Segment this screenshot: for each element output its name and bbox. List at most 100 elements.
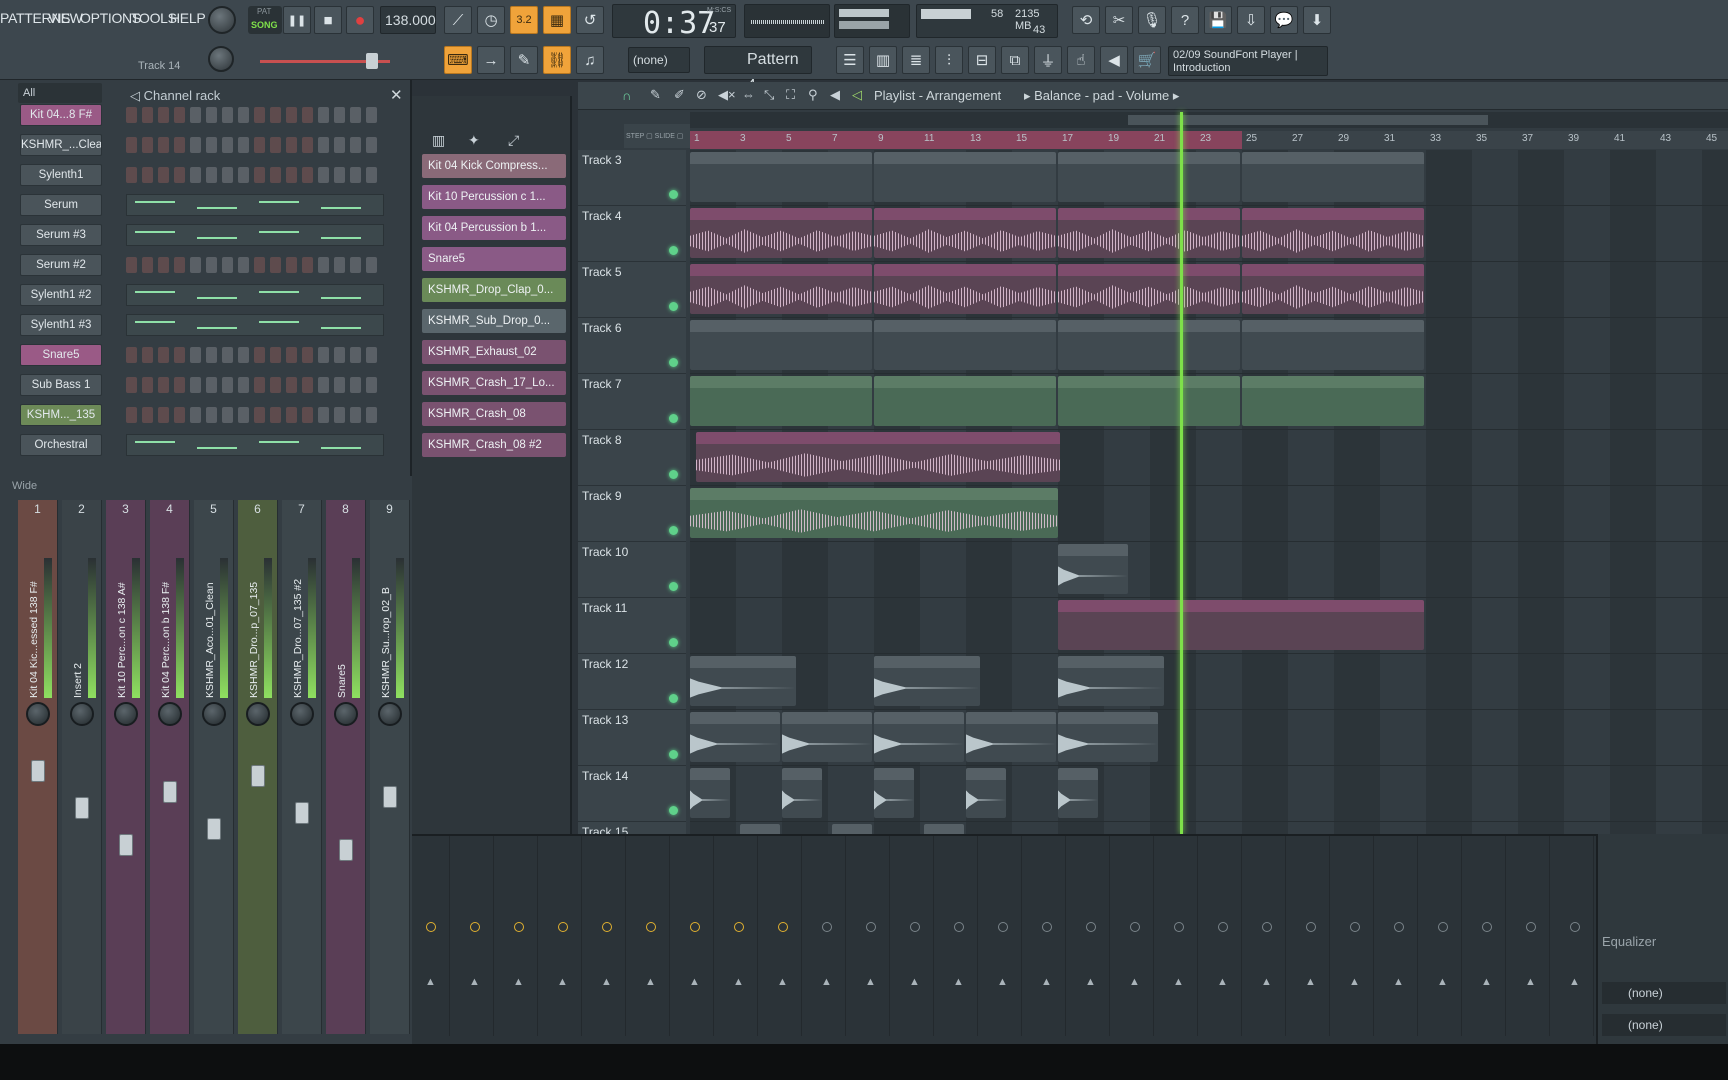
insert-slot[interactable]: ▲ <box>1512 836 1550 1036</box>
playlist-clip[interactable]: KSHMR_Exhaust_02 <box>690 656 796 706</box>
piano-roll-icon[interactable]: ▥ <box>869 46 897 74</box>
mute-icon[interactable]: ◀× <box>718 87 736 103</box>
track-lane[interactable]: Pattern 4 Pattern 4 Pattern 4 Pattern 5 <box>690 374 1728 430</box>
track-mute-led[interactable] <box>669 246 678 255</box>
chat-icon[interactable]: 💬 <box>1270 6 1298 34</box>
cut-icon[interactable]: ✂ <box>1105 6 1133 34</box>
step-button[interactable] <box>286 377 297 393</box>
pan-knob[interactable] <box>290 702 314 726</box>
slip-icon[interactable]: ⇔ <box>742 87 755 102</box>
track-header[interactable]: Track 10 <box>578 542 686 598</box>
step-button[interactable] <box>158 347 169 363</box>
step-button[interactable] <box>126 137 137 153</box>
step-button[interactable] <box>270 107 281 123</box>
playlist-clip[interactable]: Pattern 5 <box>1242 376 1424 426</box>
step-button[interactable] <box>190 137 201 153</box>
step-button[interactable] <box>142 167 153 183</box>
playlist-clip[interactable]: KSHMR_C...17_Long <box>1058 712 1158 762</box>
mixer-channel-strip[interactable]: 1 Kit 04 Kic...essed 138 F# <box>18 500 58 1034</box>
volume-fader[interactable] <box>207 818 221 840</box>
mixer-channel-strip[interactable]: 8 Snare5 <box>326 500 366 1034</box>
playlist-clip[interactable] <box>690 488 1058 538</box>
pan-knob[interactable] <box>202 702 226 726</box>
playlist-clip[interactable]: Kit 04 Percussion b 138 F# <box>1058 264 1240 314</box>
track-header[interactable]: Track 3 <box>578 150 686 206</box>
step-button[interactable] <box>334 347 345 363</box>
step-button[interactable] <box>302 347 313 363</box>
step-button[interactable] <box>238 347 249 363</box>
track-header[interactable]: Track 12 <box>578 654 686 710</box>
channel-filter-dropdown[interactable]: All <box>18 83 102 103</box>
step-button[interactable] <box>270 137 281 153</box>
pencil-icon[interactable]: ✎ <box>650 87 661 103</box>
step-button[interactable] <box>286 167 297 183</box>
mini-piano-roll[interactable] <box>126 314 384 336</box>
browser-tab-icon[interactable]: ▥ <box>432 132 445 149</box>
step-button[interactable] <box>126 107 137 123</box>
channel-name-button[interactable]: Serum #3 <box>20 224 102 246</box>
channel-name-button[interactable]: Kit 04...8 F# <box>20 104 102 126</box>
step-button[interactable] <box>206 107 217 123</box>
step-button[interactable] <box>142 137 153 153</box>
step-button[interactable] <box>222 407 233 423</box>
playlist-clip[interactable]: Kit 10 Percussion c 138 A# <box>690 208 872 258</box>
step-button[interactable] <box>142 107 153 123</box>
track-header[interactable]: Track 6 <box>578 318 686 374</box>
channel-rack-icon[interactable]: ≣ <box>902 46 930 74</box>
step-button[interactable] <box>334 377 345 393</box>
channel-name-button[interactable]: Sub Bass 1 <box>20 374 102 396</box>
horizontal-scrollbar[interactable] <box>690 112 1728 128</box>
step-button[interactable] <box>318 257 329 273</box>
playlist-clip[interactable] <box>1242 152 1424 202</box>
mini-piano-roll[interactable] <box>126 194 384 216</box>
step-button[interactable] <box>366 107 377 123</box>
step-button[interactable] <box>302 137 313 153</box>
step-button[interactable] <box>174 347 185 363</box>
browser-tab-link-icon[interactable]: ⤢ <box>508 132 519 149</box>
track-lane[interactable]: KSHMR_Exhaust_02 KSHMR_Exhaust_02 KSHMR_Ex… <box>690 654 1728 710</box>
speaker-icon[interactable]: ◀ <box>1100 46 1128 74</box>
magnet-icon[interactable]: ∩ <box>622 88 631 103</box>
playlist-clip[interactable]: KSHMR_Exhaust_02 <box>1058 656 1164 706</box>
mixer-channel-strip[interactable]: 9 KSHMR_Su...rop_02_B <box>370 500 410 1034</box>
snap-selector[interactable]: (none) <box>628 47 690 73</box>
browser-item[interactable]: KSHMR_Crash_17_Lo... <box>422 371 566 395</box>
step-button[interactable] <box>190 257 201 273</box>
track-lane[interactable]: KSHMR_C...17_Lon KSHMR_C...17_Lon KSHMR_C.… <box>690 710 1728 766</box>
step-button[interactable] <box>302 107 313 123</box>
pan-knob[interactable] <box>378 702 402 726</box>
track-header[interactable]: Track 14 <box>578 766 686 822</box>
channel-name-button[interactable]: Sylenth1 #3 <box>20 314 102 336</box>
step-button[interactable] <box>334 257 345 273</box>
mini-piano-roll[interactable] <box>126 284 384 306</box>
fx-slot-1[interactable]: (none) <box>1602 982 1726 1004</box>
select-icon[interactable]: ⛶ <box>786 87 795 103</box>
browser-item[interactable]: Kit 04 Kick Compress... <box>422 154 566 178</box>
stamp-icon[interactable]: ♫ <box>576 46 604 74</box>
step-button[interactable] <box>158 137 169 153</box>
track-header[interactable]: Track 11 <box>578 598 686 654</box>
playlist-clip[interactable]: KSHMR_Exhaust_02 <box>874 656 980 706</box>
master-volume-handle[interactable] <box>366 53 378 69</box>
insert-slot[interactable]: ▲ <box>764 836 802 1036</box>
channel-name-button[interactable]: Sylenth1 <box>20 164 102 186</box>
insert-slot[interactable]: ▲ <box>1248 836 1286 1036</box>
insert-slot[interactable]: ▲ <box>412 836 450 1036</box>
step-button[interactable] <box>238 377 249 393</box>
step-button[interactable] <box>174 407 185 423</box>
plugin-icon[interactable]: ⧉ <box>1001 46 1029 74</box>
insert-slot[interactable]: ▲ <box>1204 836 1242 1036</box>
step-button[interactable] <box>318 167 329 183</box>
step-button[interactable] <box>318 407 329 423</box>
step-button[interactable] <box>302 257 313 273</box>
step-button[interactable] <box>222 137 233 153</box>
step-button[interactable] <box>286 347 297 363</box>
mixer-icon[interactable]: ⫶ <box>935 46 963 74</box>
step-button[interactable] <box>302 167 313 183</box>
playlist-clip[interactable]: Pattern 4 <box>690 376 872 426</box>
step-button[interactable] <box>270 377 281 393</box>
step-button[interactable] <box>158 407 169 423</box>
step-button[interactable] <box>222 167 233 183</box>
channel-name-button[interactable]: Serum #2 <box>20 254 102 276</box>
pan-knob[interactable] <box>158 702 182 726</box>
